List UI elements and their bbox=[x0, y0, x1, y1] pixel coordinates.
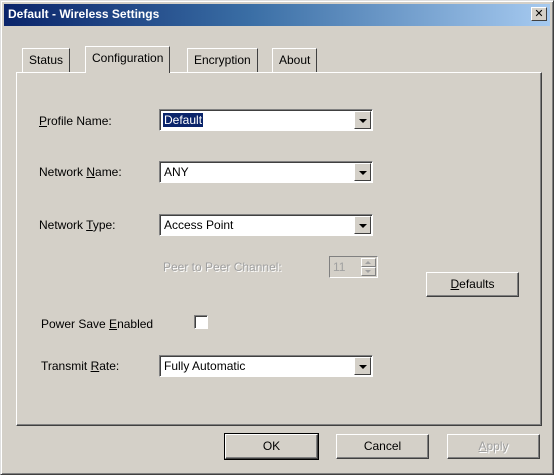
network-name-label: Network Name: bbox=[39, 165, 122, 179]
profile-name-label: Profile Name: bbox=[39, 114, 112, 128]
tab-about[interactable]: About bbox=[272, 48, 318, 72]
tab-configuration[interactable]: Configuration bbox=[85, 46, 171, 73]
apply-button: Apply bbox=[447, 434, 540, 459]
ok-button[interactable]: OK bbox=[224, 433, 319, 460]
chevron-down-icon bbox=[359, 119, 367, 123]
arrow-down-icon bbox=[365, 270, 371, 273]
title-bar[interactable]: Default - Wireless Settings ✕ bbox=[4, 4, 550, 26]
profile-name-value: Default bbox=[163, 113, 204, 127]
arrow-up-icon bbox=[365, 261, 371, 264]
spin-up-button bbox=[361, 258, 376, 267]
network-type-dropdown-button[interactable] bbox=[354, 216, 371, 234]
profile-name-combo[interactable]: Default bbox=[159, 109, 373, 131]
network-type-value: Access Point bbox=[164, 218, 234, 232]
tab-encryption[interactable]: Encryption bbox=[187, 48, 258, 72]
chevron-down-icon bbox=[359, 224, 367, 228]
transmit-rate-label: Transmit Rate: bbox=[41, 359, 120, 373]
chevron-down-icon bbox=[359, 365, 367, 369]
transmit-rate-dropdown-button[interactable] bbox=[354, 357, 371, 375]
profile-name-dropdown-button[interactable] bbox=[354, 111, 371, 129]
transmit-rate-value: Fully Automatic bbox=[164, 359, 246, 373]
transmit-rate-combo[interactable]: Fully Automatic bbox=[159, 355, 373, 377]
window-title: Default - Wireless Settings bbox=[8, 7, 160, 21]
power-save-label: Power Save Enabled bbox=[41, 317, 154, 331]
defaults-button[interactable]: Defaults bbox=[426, 272, 519, 297]
cancel-button[interactable]: Cancel bbox=[336, 434, 429, 459]
network-type-label: Network Type: bbox=[39, 218, 116, 232]
peer-channel-spinner: 11 bbox=[329, 256, 378, 278]
wireless-settings-window: Default - Wireless Settings ✕ Status Con… bbox=[0, 0, 554, 475]
network-name-dropdown-button[interactable] bbox=[354, 163, 371, 181]
spin-down-button bbox=[361, 267, 376, 276]
network-name-combo[interactable]: ANY bbox=[159, 161, 373, 183]
power-save-checkbox[interactable] bbox=[194, 315, 208, 329]
chevron-down-icon bbox=[359, 171, 367, 175]
close-icon[interactable]: ✕ bbox=[531, 7, 547, 21]
network-type-combo[interactable]: Access Point bbox=[159, 214, 373, 236]
network-name-value: ANY bbox=[164, 165, 189, 179]
peer-channel-value: 11 bbox=[333, 260, 346, 274]
tab-status[interactable]: Status bbox=[22, 48, 71, 72]
peer-channel-label: Peer to Peer Channel: bbox=[163, 260, 282, 274]
